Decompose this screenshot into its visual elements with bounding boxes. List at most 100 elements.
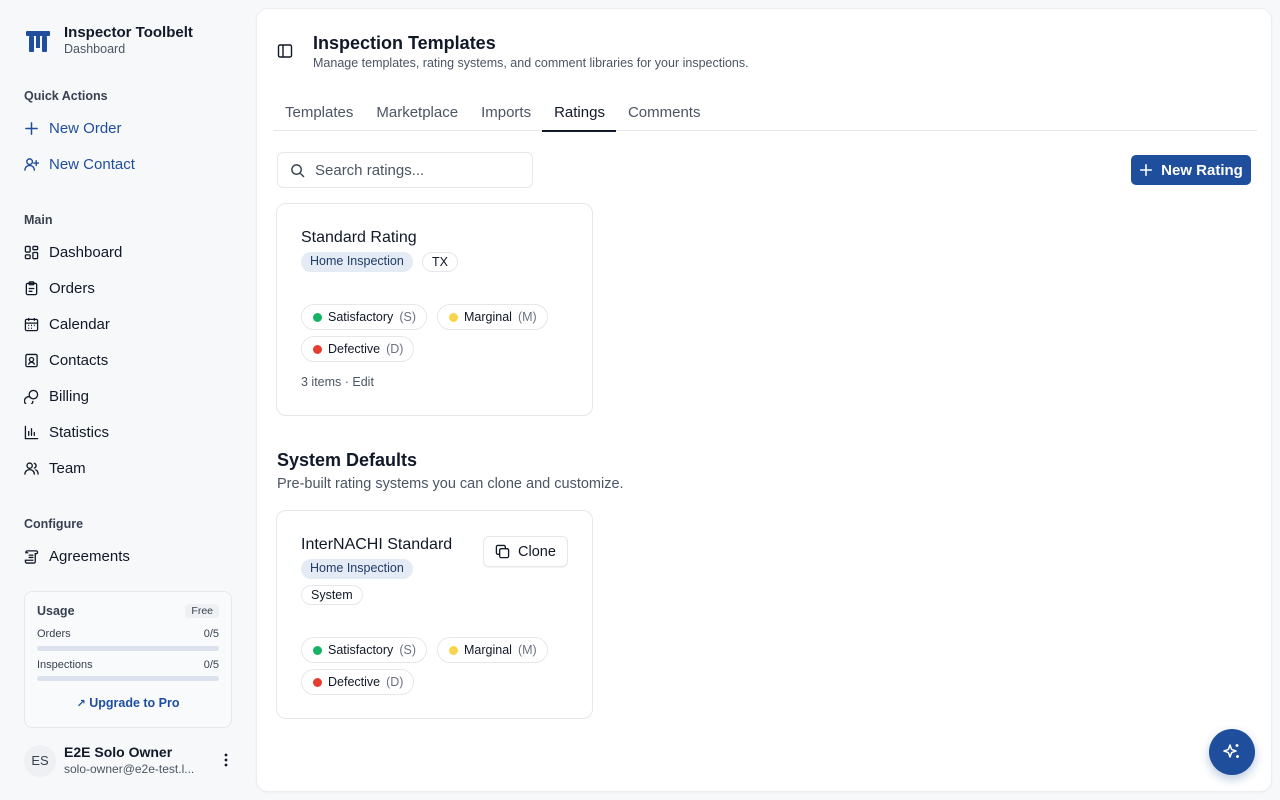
brand-name: Inspector Toolbelt <box>64 24 193 41</box>
rating-level-marginal: Marginal (M) <box>437 304 548 330</box>
rating-level-abbr: (S) <box>399 310 416 324</box>
sidebar-item-team[interactable]: Team <box>24 457 86 479</box>
rating-level-marginal: Marginal (M) <box>437 637 548 663</box>
tab-ratings[interactable]: Ratings <box>542 97 616 132</box>
plus-icon <box>25 121 38 135</box>
rating-card-meta[interactable]: 3 items · Edit <box>301 375 374 389</box>
ai-assistant-button[interactable] <box>1209 729 1255 775</box>
rating-level-name: Satisfactory <box>328 643 394 657</box>
upgrade-label: Upgrade to Pro <box>89 696 180 710</box>
page-title: Inspection Templates <box>313 33 496 53</box>
system-badge: System <box>301 585 363 605</box>
brand-subtitle: Dashboard <box>64 42 126 56</box>
calendar-icon <box>24 317 39 331</box>
rating-level-abbr: (D) <box>386 675 404 689</box>
usage-row-inspections: Inspections 0/5 <box>37 659 219 671</box>
rating-level-defective: Defective (D) <box>301 669 415 695</box>
sidebar-item-dashboard[interactable]: Dashboard <box>24 241 122 263</box>
clone-label: Clone <box>518 543 556 560</box>
configure-section-label: Configure <box>24 517 84 531</box>
users-icon <box>24 461 39 475</box>
tab-imports[interactable]: Imports <box>469 97 542 131</box>
quick-actions-label: Quick Actions <box>24 89 108 103</box>
sidebar-item-label: Team <box>49 459 86 477</box>
tab-comments[interactable]: Comments <box>616 97 712 131</box>
system-defaults-description: Pre-built rating systems you can clone a… <box>277 476 624 492</box>
rating-card-standard[interactable]: Standard Rating Home Inspection TX Satis… <box>276 203 593 416</box>
sidebar-item-orders[interactable]: Orders <box>24 277 95 299</box>
more-vertical-icon[interactable] <box>218 752 234 768</box>
upgrade-to-pro-link[interactable]: ↗ Upgrade to Pro <box>25 696 231 710</box>
sidebar-item-statistics[interactable]: Statistics <box>24 421 109 443</box>
state-badge: TX <box>422 252 458 272</box>
rating-level-abbr: (M) <box>517 310 537 324</box>
usage-row-value: 0/5 <box>203 628 219 640</box>
sidebar-item-contacts[interactable]: Contacts <box>24 349 108 371</box>
sidebar-item-label: Billing <box>49 387 90 405</box>
user-plus-icon <box>24 157 39 171</box>
usage-row-label: Orders <box>37 628 71 640</box>
copy-icon <box>495 544 510 559</box>
new-contact-label: New Contact <box>49 155 135 173</box>
clone-button[interactable]: Clone <box>483 536 568 567</box>
arrow-up-right-icon: ↗ <box>76 698 86 710</box>
tab-marketplace[interactable]: Marketplace <box>364 97 469 131</box>
status-dot <box>313 677 322 687</box>
status-dot <box>313 645 322 655</box>
rating-level-name: Satisfactory <box>328 310 394 324</box>
rating-level-defective: Defective (D) <box>301 336 415 362</box>
sidebar-toggle-icon[interactable] <box>277 43 293 59</box>
contact-card-icon <box>25 353 38 367</box>
usage-card: Usage Free Orders 0/5 Inspections 0/5 ↗ … <box>24 591 232 728</box>
rating-card-title: InterNACHI Standard <box>301 536 453 553</box>
rating-card-title: Standard Rating <box>301 229 417 246</box>
rating-level-name: Marginal <box>464 310 512 324</box>
search-icon <box>291 163 305 177</box>
tab-bar: Templates Marketplace Imports Ratings Co… <box>273 97 1257 132</box>
sidebar-item-billing[interactable]: Billing <box>24 385 89 407</box>
system-defaults-title: System Defaults <box>277 450 418 470</box>
new-rating-label: New Rating <box>1161 161 1243 179</box>
sidebar-item-calendar[interactable]: Calendar <box>24 313 110 335</box>
usage-bar-inspections <box>37 676 219 681</box>
category-badge: Home Inspection <box>301 559 413 579</box>
new-order-button[interactable]: New Order <box>24 117 122 139</box>
main-panel: Inspection Templates Manage templates, r… <box>256 8 1272 792</box>
avatar: ES <box>24 744 56 777</box>
user-email: solo-owner@e2e-test.l... <box>64 762 195 776</box>
search-box <box>277 152 533 188</box>
sidebar-item-label: Statistics <box>49 423 110 441</box>
usage-bar-orders <box>37 646 219 651</box>
rating-level-name: Defective <box>328 342 381 356</box>
new-contact-button[interactable]: New Contact <box>24 153 135 175</box>
rating-level-abbr: (M) <box>517 643 537 657</box>
user-profile[interactable]: ES E2E Solo Owner solo-owner@e2e-test.l.… <box>24 744 234 777</box>
sidebar-item-label: Agreements <box>49 547 130 565</box>
rating-level-abbr: (D) <box>386 342 404 356</box>
scroll-icon <box>24 549 39 564</box>
clipboard-icon <box>25 280 38 295</box>
bar-chart-icon <box>24 425 39 439</box>
page-subtitle: Manage templates, rating systems, and co… <box>313 56 749 70</box>
rating-level-name: Marginal <box>464 643 512 657</box>
coins-icon <box>24 389 39 404</box>
sidebar-item-label: Dashboard <box>49 243 123 261</box>
sidebar-item-label: Orders <box>49 279 95 297</box>
sparkles-icon <box>1223 744 1239 758</box>
plus-icon <box>1140 163 1153 177</box>
sidebar-item-label: Calendar <box>49 315 110 333</box>
search-input[interactable] <box>315 161 515 179</box>
sidebar-item-agreements[interactable]: Agreements <box>24 545 130 567</box>
status-dot <box>313 312 322 322</box>
rating-card-internachi[interactable]: InterNACHI Standard Clone Home Inspectio… <box>276 510 593 719</box>
new-order-label: New Order <box>49 119 122 137</box>
status-dot <box>449 645 458 655</box>
brand[interactable]: Inspector Toolbelt Dashboard <box>24 24 193 57</box>
status-dot <box>449 312 458 322</box>
rating-level-satisfactory: Satisfactory (S) <box>301 637 427 663</box>
new-rating-button[interactable]: New Rating <box>1131 155 1251 185</box>
sidebar-item-label: Contacts <box>49 351 109 369</box>
plan-badge: Free <box>185 604 219 618</box>
tab-templates[interactable]: Templates <box>273 97 364 131</box>
usage-row-orders: Orders 0/5 <box>37 628 219 640</box>
